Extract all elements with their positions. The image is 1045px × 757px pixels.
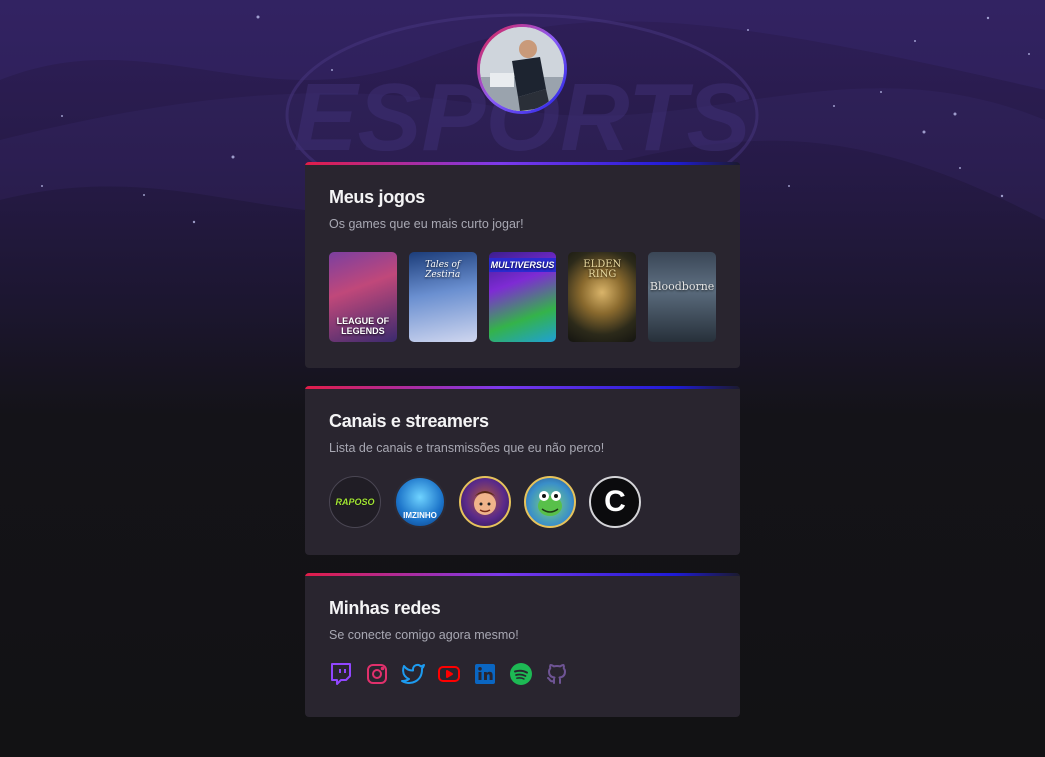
spotify-link[interactable]	[509, 662, 533, 686]
spotify-icon	[510, 663, 532, 685]
avatar	[477, 24, 567, 114]
channel-avatar-imzinho[interactable]: IMZINHO	[394, 476, 446, 528]
channels-card: Canais e streamers Lista de canais e tra…	[305, 386, 740, 555]
game-cover-text: MULTIVERSUS	[488, 258, 557, 272]
twitch-icon	[331, 663, 351, 685]
linkedin-icon	[475, 664, 495, 684]
frog-mascot-icon	[538, 491, 562, 516]
game-cover-text: LEAGUE OF LEGENDS	[336, 316, 390, 336]
channel-avatar-streamer-5[interactable]: C	[589, 476, 641, 528]
games-subtitle: Os games que eu mais curto jogar!	[329, 217, 524, 231]
games-title: Meus jogos	[329, 187, 426, 207]
game-cover-multiversus[interactable]: MULTIVERSUS	[488, 252, 557, 342]
github-link[interactable]	[545, 662, 569, 686]
game-cover-bloodborne[interactable]: Bloodborne	[648, 252, 716, 342]
channel-avatar-streamer-3[interactable]	[459, 476, 511, 528]
channel-avatar-streamer-4[interactable]	[524, 476, 576, 528]
game-cover-text: Tales of Zestiria	[425, 260, 461, 280]
game-cover-tales-of-zestiria[interactable]: Tales of Zestiria	[408, 252, 477, 342]
twitter-icon	[401, 664, 425, 684]
channels-title: Canais e streamers	[329, 411, 489, 431]
socials-card: Minhas redes Se conecte comigo agora mes…	[305, 573, 740, 717]
streamer-face-icon	[473, 491, 497, 515]
socials-title: Minhas redes	[329, 598, 441, 618]
twitter-link[interactable]	[401, 662, 425, 686]
github-icon	[547, 664, 566, 684]
games-card: Meus jogos Os games que eu mais curto jo…	[305, 162, 740, 368]
youtube-icon	[438, 666, 460, 682]
channel-avatar-raposo[interactable]: RAPOSO	[329, 476, 381, 528]
channel-logo-text: RAPOSO	[335, 497, 375, 507]
profile-photo	[480, 27, 564, 111]
games-list: LEAGUE OF LEGENDS Tales of Zestiria MULT…	[329, 252, 716, 342]
game-cover-elden-ring[interactable]: ELDEN RING	[568, 252, 637, 342]
twitch-link[interactable]	[329, 662, 353, 686]
channel-logo-text: C	[604, 485, 626, 518]
social-links	[329, 662, 716, 686]
linkedin-link[interactable]	[473, 662, 497, 686]
game-cover-text: ELDEN RING	[583, 259, 622, 280]
channels-list: RAPOSO IMZINHO C	[329, 476, 716, 528]
game-cover-text: Bloodborne	[649, 280, 715, 293]
channel-logo-text: IMZINHO	[403, 510, 437, 520]
instagram-icon	[367, 664, 387, 684]
instagram-link[interactable]	[365, 662, 389, 686]
youtube-link[interactable]	[437, 662, 461, 686]
socials-subtitle: Se conecte comigo agora mesmo!	[329, 628, 519, 642]
game-cover-league-of-legends[interactable]: LEAGUE OF LEGENDS	[329, 252, 397, 342]
channels-subtitle: Lista de canais e transmissões que eu nã…	[329, 441, 605, 455]
